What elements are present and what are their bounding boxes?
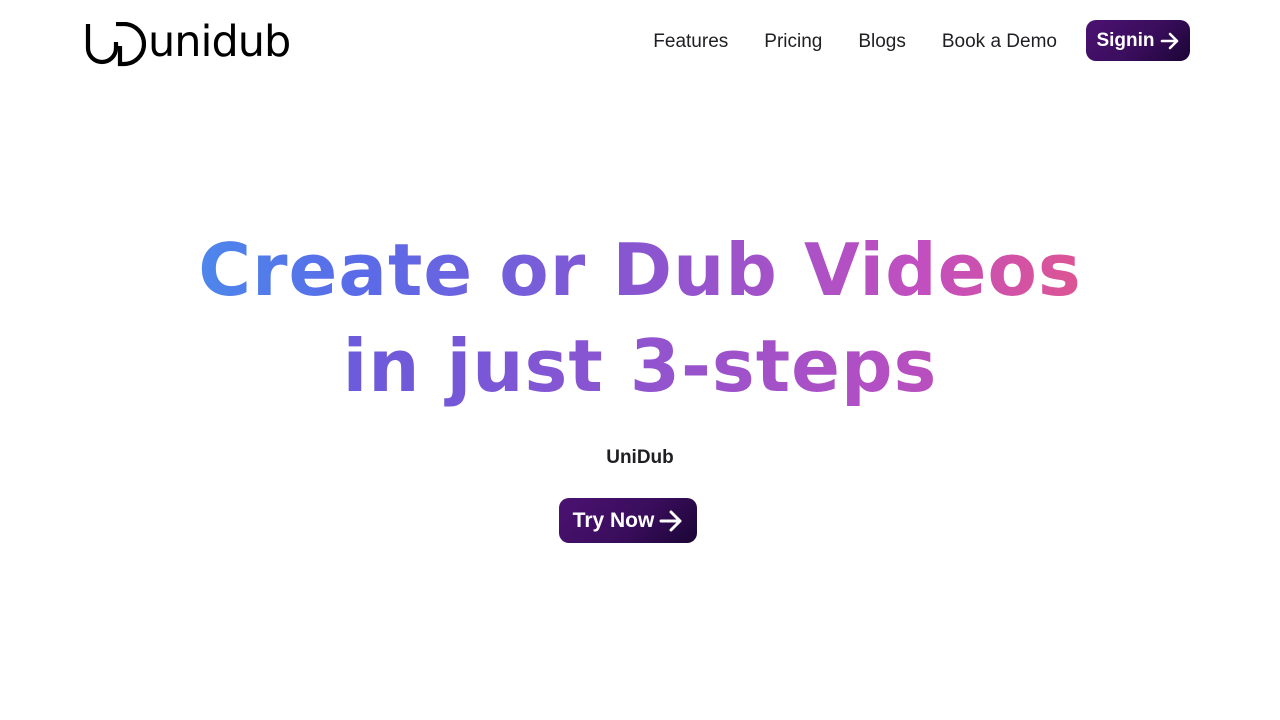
unidub-logo-mark-icon xyxy=(85,22,146,67)
try-now-button-label: Try Now xyxy=(572,508,655,532)
signin-button-label: Signin xyxy=(1096,29,1155,51)
landing-page: unidub Features Pricing Blogs Book a Dem… xyxy=(0,0,1280,720)
main-nav: Features Pricing Blogs Book a Demo xyxy=(653,29,1057,55)
nav-link-features[interactable]: Features xyxy=(653,29,728,55)
nav-link-blogs[interactable]: Blogs xyxy=(858,29,906,55)
hero-subtitle: UniDub xyxy=(606,447,674,468)
try-now-button[interactable]: Try Now xyxy=(559,498,697,543)
arrow-right-icon xyxy=(1160,32,1178,49)
nav-link-book-demo[interactable]: Book a Demo xyxy=(942,29,1057,55)
hero-title-line-2: in just 3-steps xyxy=(0,318,1280,414)
signin-button[interactable]: Signin xyxy=(1086,20,1190,61)
hero-title-line-1: Create or Dub Videos xyxy=(0,222,1280,318)
arrow-right-icon xyxy=(659,510,682,531)
hero-title: Create or Dub Videos in just 3-steps xyxy=(0,222,1280,414)
site-header: unidub Features Pricing Blogs Book a Dem… xyxy=(0,0,1280,84)
nav-link-pricing[interactable]: Pricing xyxy=(764,29,822,55)
logo-text: unidub xyxy=(148,17,291,67)
logo-link[interactable]: unidub xyxy=(84,17,291,68)
